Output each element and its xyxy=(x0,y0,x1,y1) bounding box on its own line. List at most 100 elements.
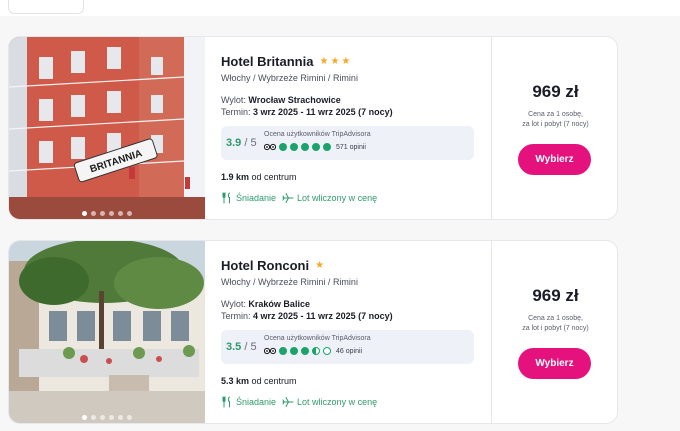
rating-bubble-icon xyxy=(279,347,287,355)
term-dates: 4 wrz 2025 - 11 wrz 2025 (7 nocy) xyxy=(253,311,393,321)
carousel-dot[interactable] xyxy=(82,415,87,420)
amenity-meal-label: Śniadanie xyxy=(236,397,277,407)
amenities: Śniadanie Lot wliczony w cenę xyxy=(221,396,377,408)
plane-icon xyxy=(282,193,294,203)
hotel-info: Hotel Britannia ★ ★ ★ Włochy / Wybrzeże … xyxy=(221,37,491,219)
departure-info: Wylot: Kraków Balice xyxy=(221,299,310,309)
hotel-photo[interactable]: BRITANNIA xyxy=(9,37,205,219)
top-bar xyxy=(0,0,680,16)
hotel-photo[interactable] xyxy=(9,241,205,423)
amenity-meal: Śniadanie xyxy=(221,192,276,204)
rating-bubble-half-icon xyxy=(312,347,320,355)
price: 969 zł xyxy=(532,82,579,101)
hotel-stars: ★ xyxy=(315,259,325,271)
carousel-dot[interactable] xyxy=(82,211,87,216)
term-info: Termin: 4 wrz 2025 - 11 wrz 2025 (7 nocy… xyxy=(221,311,393,321)
departure-label: Wylot: xyxy=(221,299,249,309)
rating-score: 3.5 / 5 xyxy=(226,341,257,353)
tripadvisor-owl-icon xyxy=(264,347,276,355)
filter-button-stub[interactable] xyxy=(8,0,84,14)
price-note-line: Cena za 1 osobę, xyxy=(528,111,583,118)
cutlery-icon xyxy=(222,396,230,408)
tripadvisor-rating: 3.9 / 5 Ocena użytkowników TripAdvisora … xyxy=(221,126,474,160)
distance-suffix: od centrum xyxy=(249,376,297,386)
rating-bubble-empty-icon xyxy=(323,347,331,355)
amenity-meal-label: Śniadanie xyxy=(236,193,277,203)
carousel-dot[interactable] xyxy=(100,415,105,420)
distance-value: 5.3 km xyxy=(221,376,250,386)
carousel-dots xyxy=(9,211,205,216)
select-button[interactable]: Wybierz xyxy=(518,144,591,175)
carousel-dot[interactable] xyxy=(109,415,114,420)
rating-bubble-icon xyxy=(290,143,298,151)
rating-bubble-icon xyxy=(312,143,320,151)
hotel-ronconi-photo xyxy=(9,241,205,423)
hotel-britannia-photo: BRITANNIA xyxy=(9,37,205,219)
departure-info: Wylot: Wrocław Strachowice xyxy=(221,95,341,105)
carousel-dot[interactable] xyxy=(127,415,132,420)
carousel-dot[interactable] xyxy=(91,211,96,216)
carousel-dot[interactable] xyxy=(118,211,123,216)
hotel-location: Włochy / Wybrzeże Rimini / Rimini xyxy=(221,73,358,83)
carousel-dot[interactable] xyxy=(127,211,132,216)
tripadvisor-rating: 3.5 / 5 Ocena użytkowników TripAdvisora … xyxy=(221,330,474,364)
hotel-card[interactable]: BRITANNIA Hotel Britannia ★ ★ ★ Włochy /… xyxy=(8,36,618,220)
carousel-dot[interactable] xyxy=(100,211,105,216)
tripadvisor-label: Ocena użytkowników TripAdvisora xyxy=(264,131,371,138)
plane-icon xyxy=(282,397,294,407)
term-info: Termin: 3 wrz 2025 - 11 wrz 2025 (7 nocy… xyxy=(221,107,393,117)
rating-bubble-icon xyxy=(279,143,287,151)
carousel-dot[interactable] xyxy=(109,211,114,216)
hotel-card[interactable]: Hotel Ronconi ★ Włochy / Wybrzeże Rimini… xyxy=(8,240,618,424)
distance-to-center: 1.9 km od centrum xyxy=(221,172,297,182)
tripadvisor-label: Ocena użytkowników TripAdvisora xyxy=(264,335,371,342)
amenity-meal: Śniadanie xyxy=(221,396,276,408)
rating-bubble-icon xyxy=(301,143,309,151)
rating-bubble-icon xyxy=(301,347,309,355)
departure-label: Wylot: xyxy=(221,95,249,105)
distance-suffix: od centrum xyxy=(249,172,297,182)
amenity-flight-label: Lot wliczony w cenę xyxy=(297,193,378,203)
rating-denominator: / 5 xyxy=(241,137,257,149)
star-icon: ★ xyxy=(319,55,329,67)
amenity-flight-label: Lot wliczony w cenę xyxy=(297,397,378,407)
star-icon: ★ xyxy=(341,55,351,67)
term-label: Termin: xyxy=(221,311,254,321)
term-dates: 3 wrz 2025 - 11 wrz 2025 (7 nocy) xyxy=(253,107,393,117)
tripadvisor-owl-icon xyxy=(264,143,276,151)
price-note-line: Cena za 1 osobę, xyxy=(528,315,583,322)
carousel-dot[interactable] xyxy=(118,415,123,420)
price-note: Cena za 1 osobę, za lot i pobyt (7 nocy) xyxy=(492,110,617,130)
rating-score: 3.9 / 5 xyxy=(226,137,257,149)
hotel-name[interactable]: Hotel Britannia xyxy=(221,54,313,69)
distance-value: 1.9 km xyxy=(221,172,250,182)
star-icon: ★ xyxy=(330,55,340,67)
amenity-flight: Lot wliczony w cenę xyxy=(282,192,377,204)
distance-to-center: 5.3 km od centrum xyxy=(221,376,297,386)
hotel-stars: ★ ★ ★ xyxy=(319,55,351,67)
review-count[interactable]: 571 opinii xyxy=(336,144,366,151)
price-column: 969 zł Cena za 1 osobę, za lot i pobyt (… xyxy=(492,241,617,423)
rating-bubble-icon xyxy=(323,143,331,151)
rating-denominator: / 5 xyxy=(241,341,257,353)
hotel-info: Hotel Ronconi ★ Włochy / Wybrzeże Rimini… xyxy=(221,241,491,423)
price-note-line: za lot i pobyt (7 nocy) xyxy=(522,121,589,128)
carousel-dots xyxy=(9,415,205,420)
price-column: 969 zł Cena za 1 osobę, za lot i pobyt (… xyxy=(492,37,617,219)
star-icon: ★ xyxy=(315,259,325,271)
select-button[interactable]: Wybierz xyxy=(518,348,591,379)
price-note-line: za lot i pobyt (7 nocy) xyxy=(522,325,589,332)
hotel-location: Włochy / Wybrzeże Rimini / Rimini xyxy=(221,277,358,287)
term-label: Termin: xyxy=(221,107,254,117)
rating-value: 3.5 xyxy=(226,341,242,353)
price-note: Cena za 1 osobę, za lot i pobyt (7 nocy) xyxy=(492,314,617,334)
departure-airport: Wrocław Strachowice xyxy=(248,95,341,105)
price: 969 zł xyxy=(532,286,579,305)
amenity-flight: Lot wliczony w cenę xyxy=(282,396,377,408)
amenities: Śniadanie Lot wliczony w cenę xyxy=(221,192,377,204)
carousel-dot[interactable] xyxy=(91,415,96,420)
departure-airport: Kraków Balice xyxy=(248,299,310,309)
review-count[interactable]: 46 opinii xyxy=(336,348,362,355)
hotel-name[interactable]: Hotel Ronconi xyxy=(221,258,309,273)
rating-value: 3.9 xyxy=(226,137,242,149)
